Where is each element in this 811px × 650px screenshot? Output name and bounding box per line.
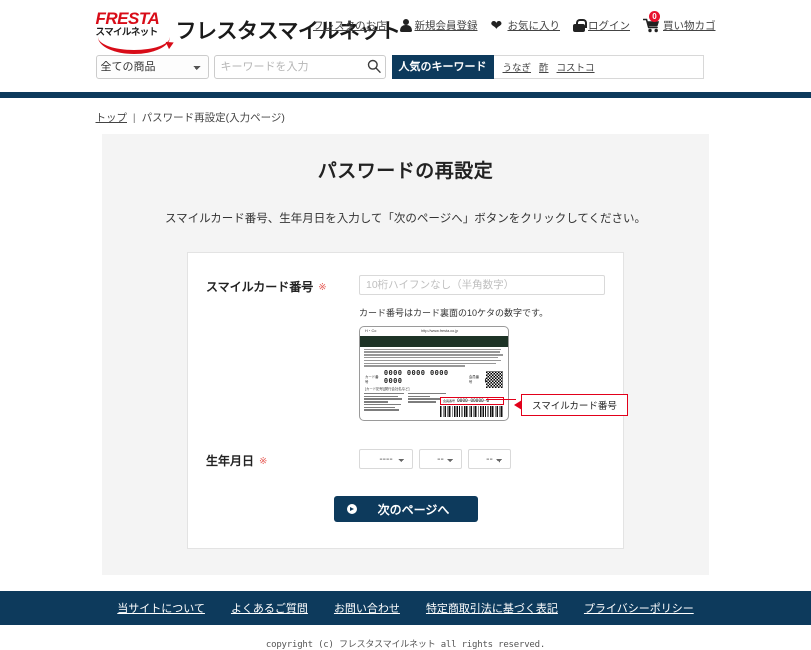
popular-keyword-2[interactable]: コストコ [557, 60, 595, 74]
smile-card-back-image: H・Co http://www.fresta.co.jp カード番号 0000 … [359, 326, 509, 421]
logo-swoosh-icon [97, 37, 170, 54]
footer-link-commercial-law[interactable]: 特定商取引法に基づく表記 [426, 600, 558, 616]
person-icon [399, 18, 412, 32]
main-content: パスワードの再設定 スマイルカード番号、生年月日を入力して「次のページへ」ボタン… [102, 134, 709, 575]
nav-item-register-label: 新規会員登録 [414, 19, 478, 32]
birthday-selects: ---- -- -- [359, 449, 605, 469]
card-top-row: H・Co http://www.fresta.co.jp [360, 327, 508, 334]
category-select[interactable]: 全ての商品 [95, 55, 209, 79]
card-number-input[interactable] [359, 275, 605, 295]
nav-item-stores[interactable]: フレスタのお店 [313, 18, 387, 33]
card-fineprint [360, 347, 508, 367]
card-main-number: 0000 0000 0000 0000 [383, 369, 449, 386]
card-number-required-mark: ※ [318, 282, 327, 293]
form-row-card-number: スマイルカード番号 ※ カード番号はカード裏面の10ケタの数字です。 H・Co h… [188, 275, 628, 422]
popular-keywords-button[interactable]: 人気のキーワード [391, 55, 494, 79]
page-title: パスワードの再設定 [317, 161, 494, 182]
card-number-note: カード番号はカード裏面の10ケタの数字です。 [359, 308, 549, 318]
barcode-icon [440, 406, 504, 417]
birthday-label: 生年月日 ※ [206, 449, 359, 469]
search-icon[interactable] [367, 59, 381, 73]
cart-icon: 0 [642, 11, 660, 33]
search-input[interactable] [213, 55, 386, 79]
breadcrumb-home-link[interactable]: トップ [96, 112, 128, 124]
card-highlight-label: 会員番号 [443, 399, 456, 403]
header-nav: フレスタのお店 新規会員登録 ❤ お気に入り ログイン 0 買い物カゴ [313, 11, 716, 33]
footer-link-contact[interactable]: お問い合わせ [334, 600, 400, 616]
breadcrumb-current: パスワード再設定(入力ページ) [141, 112, 285, 124]
nav-item-login-label: ログイン [588, 19, 630, 32]
birthday-field: ---- -- -- [359, 449, 605, 469]
breadcrumb: トップ | パスワード再設定(入力ページ) [96, 98, 716, 134]
heart-icon: ❤ [490, 16, 503, 33]
popular-keyword-0[interactable]: うなぎ [503, 60, 532, 74]
card-illustration-wrap: H・Co http://www.fresta.co.jp カード番号 0000 … [359, 326, 628, 422]
nav-item-favorites[interactable]: ❤ お気に入り [491, 18, 561, 33]
lock-icon [573, 18, 587, 32]
site-header: FRESTA スマイルネット フレスタスマイルネット フレスタのお店 新規会員登… [0, 0, 811, 92]
card-sub-number-label: 会員番号 [468, 375, 480, 385]
nav-item-register[interactable]: 新規会員登録 [399, 18, 478, 33]
submit-area: 次のページへ [188, 496, 623, 522]
popular-keyword-links: うなぎ 酢 コストコ [493, 55, 704, 79]
nav-item-favorites-label: お気に入り [507, 19, 561, 32]
card-highlight-number: 0000-00000-0 [457, 398, 490, 404]
logo-fresta-text: FRESTA [95, 9, 160, 28]
footer-link-about[interactable]: 当サイトについて [117, 600, 205, 616]
birthday-label-text: 生年月日 [206, 454, 255, 468]
footer-link-privacy[interactable]: プライバシーポリシー [584, 600, 694, 616]
card-info-block-left [364, 392, 404, 412]
copyright-text: copyright (c) フレスタスマイルネット all rights res… [265, 640, 546, 650]
card-url-text: http://www.fresta.co.jp [421, 329, 459, 333]
birth-day-select[interactable]: -- [468, 449, 511, 469]
card-corner-text: H・Co [365, 329, 377, 333]
popular-keyword-1[interactable]: 酢 [539, 60, 549, 74]
card-number-callout: スマイルカード番号 [514, 394, 628, 416]
arrow-right-icon [346, 504, 357, 514]
card-number-label-text: スマイルカード番号 [206, 280, 314, 294]
card-magnetic-stripe [360, 335, 508, 347]
breadcrumb-separator: | [132, 112, 136, 124]
nav-item-stores-label: フレスタのお店 [313, 19, 387, 32]
keyword-input-wrap [213, 55, 386, 79]
card-number-field: カード番号はカード裏面の10ケタの数字です。 H・Co http://www.f… [359, 275, 628, 422]
footer-link-faq[interactable]: よくあるご質問 [231, 600, 308, 616]
page-description: スマイルカード番号、生年月日を入力して「次のページへ」ボタンをクリックしてくださ… [164, 213, 647, 225]
card-number-row-prefix: カード番号 [365, 375, 379, 385]
cart-badge: 0 [649, 11, 660, 22]
search-bar: 全ての商品 人気のキーワード うなぎ 酢 コストコ [95, 55, 704, 79]
logo-mark-icon: FRESTA スマイルネット [95, 9, 174, 54]
qr-code-icon [486, 371, 503, 388]
form-row-birthday: 生年月日 ※ ---- -- -- [188, 449, 623, 469]
callout-connector-line [486, 399, 516, 401]
password-reset-form: スマイルカード番号 ※ カード番号はカード裏面の10ケタの数字です。 H・Co h… [187, 252, 628, 549]
card-number-label: スマイルカード番号 ※ [206, 275, 359, 422]
nav-item-login[interactable]: ログイン [573, 18, 630, 33]
site-footer: 当サイトについて よくあるご質問 お問い合わせ 特定商取引法に基づく表記 プライ… [0, 591, 811, 625]
birthday-required-mark: ※ [259, 456, 268, 467]
nav-item-cart-label: 買い物カゴ [663, 19, 716, 32]
birth-month-select[interactable]: -- [419, 449, 462, 469]
nav-item-cart[interactable]: 0 買い物カゴ [642, 11, 716, 33]
next-page-button[interactable]: 次のページへ [333, 496, 478, 522]
callout-label: スマイルカード番号 [521, 394, 628, 416]
birth-year-select[interactable]: ---- [359, 449, 413, 469]
